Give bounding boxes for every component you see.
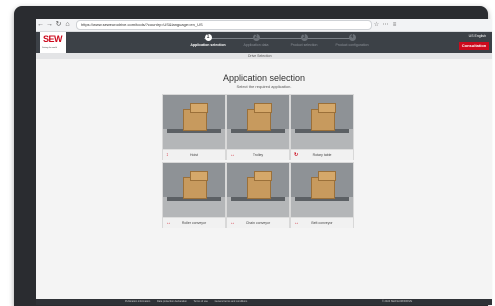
- step-product-selection: 3 Product selection: [282, 34, 326, 47]
- footer-link[interactable]: General terms and conditions: [215, 300, 248, 303]
- back-icon[interactable]: ←: [36, 20, 45, 30]
- forward-icon[interactable]: →: [45, 20, 54, 30]
- consultation-button[interactable]: Consultation: [459, 42, 489, 50]
- card-label: Chain conveyor: [245, 221, 271, 225]
- page-subtitle: Select the required application.: [236, 84, 292, 89]
- step-number: 2: [252, 34, 260, 41]
- card-label: Rotary table: [312, 153, 332, 157]
- application-image: [291, 163, 353, 217]
- step-product-configuration: 4 Product configuration: [330, 34, 374, 47]
- card-footer: ↻ Rotary table: [291, 149, 353, 160]
- browser-screen: ← → ↻ ⌂ https://www.seweurodrive.com/too…: [36, 19, 492, 305]
- application-card-roller-conveyor[interactable]: ↔ Roller conveyor: [162, 162, 226, 228]
- application-image: [227, 163, 289, 217]
- step-number: 3: [300, 34, 308, 41]
- step-label: Application selection: [190, 43, 226, 47]
- card-footer: ↔ Trolley: [227, 149, 289, 160]
- subnav-bar: Drive Selection: [36, 53, 492, 59]
- application-image: [291, 95, 353, 149]
- application-card-rotary-table[interactable]: ↻ Rotary table: [290, 94, 354, 160]
- card-label: Belt conveyor: [311, 221, 333, 225]
- browser-toolbar: ← → ↻ ⌂ https://www.seweurodrive.com/too…: [36, 19, 492, 32]
- card-footer: ↔ Roller conveyor: [163, 217, 225, 228]
- application-card-belt-conveyor[interactable]: ↔ Belt conveyor: [290, 162, 354, 228]
- footer-link[interactable]: Data protection declaration: [157, 300, 187, 303]
- reload-icon[interactable]: ↻: [54, 20, 63, 30]
- site-header: SEW Driving the world 1 Application sele…: [36, 32, 492, 53]
- step-label: Product selection: [290, 43, 318, 47]
- sew-logo[interactable]: SEW Driving the world: [40, 32, 66, 53]
- application-image: [163, 163, 225, 217]
- subnav-label: Drive Selection: [248, 54, 272, 58]
- copyright: © 2024 SEW-EURODRIVE: [382, 300, 413, 303]
- monitor-frame: ← → ↻ ⌂ https://www.seweurodrive.com/too…: [14, 6, 492, 306]
- card-label: Roller conveyor: [181, 221, 207, 225]
- footer-link[interactable]: Publication information: [125, 300, 150, 303]
- application-image: [163, 95, 225, 149]
- card-footer: ↔ Belt conveyor: [291, 217, 353, 228]
- step-application-data: 2 Application data: [234, 34, 278, 47]
- footer-links: Publication information Data protection …: [125, 299, 253, 305]
- card-label: Hoist: [190, 153, 198, 157]
- application-card-trolley[interactable]: ↔ Trolley: [226, 94, 290, 160]
- card-footer: ↔ Chain conveyor: [227, 217, 289, 228]
- card-label: Trolley: [252, 153, 264, 157]
- progress-steps: 1 Application selection 2 Application da…: [186, 34, 376, 52]
- application-grid: ↕ Hoist ↔ Trolley ↻ Rotary table ↔ Rolle…: [162, 94, 354, 228]
- card-footer: ↕ Hoist: [163, 149, 225, 160]
- application-card-chain-conveyor[interactable]: ↔ Chain conveyor: [226, 162, 290, 228]
- step-application-selection[interactable]: 1 Application selection: [186, 34, 230, 47]
- step-number: 1: [204, 34, 212, 41]
- logo-text: SEW: [43, 34, 63, 44]
- language-selector[interactable]: US English: [469, 34, 486, 38]
- menu-icon[interactable]: ≡: [390, 20, 399, 30]
- home-icon[interactable]: ⌂: [63, 20, 72, 30]
- footer-link[interactable]: Terms of use: [194, 300, 208, 303]
- step-label: Application data: [243, 43, 269, 47]
- extensions-icon[interactable]: ⋯: [381, 20, 390, 30]
- step-number: 4: [348, 34, 356, 41]
- step-label: Product configuration: [335, 43, 369, 47]
- site-footer: Publication information Data protection …: [36, 299, 492, 305]
- page-title: Application selection: [222, 73, 306, 83]
- application-card-hoist[interactable]: ↕ Hoist: [162, 94, 226, 160]
- logo-slogan: Driving the world: [42, 47, 57, 49]
- application-image: [227, 95, 289, 149]
- star-icon[interactable]: ☆: [372, 20, 381, 30]
- address-bar[interactable]: https://www.seweurodrive.com/tools/?coun…: [76, 20, 372, 30]
